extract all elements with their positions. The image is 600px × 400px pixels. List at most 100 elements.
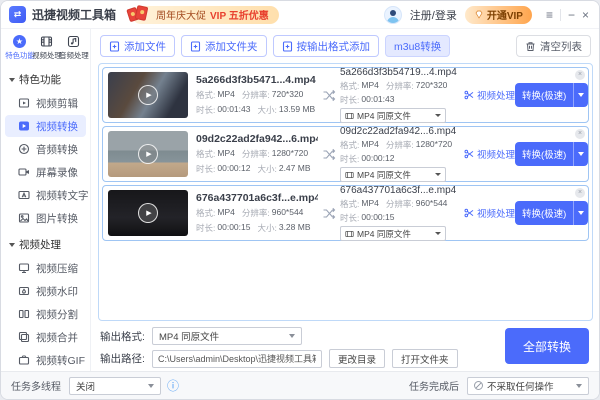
convert-all-button[interactable]: 全部转换 bbox=[505, 328, 589, 364]
row-output-format-select[interactable]: MP4 同原文件 bbox=[340, 226, 446, 241]
after-task-select[interactable]: 不采取任何操作 bbox=[467, 376, 589, 395]
add-by-format-button[interactable]: 按输出格式添加 bbox=[272, 35, 379, 57]
source-filename: 09d2c22ad2fa942...6.mp4 bbox=[196, 133, 318, 145]
target-info: 676a437701a6c3f...e.mp4 格式: MP4 分辨率: 960*54… bbox=[340, 185, 458, 241]
video-to-text-icon bbox=[18, 190, 30, 200]
scissors-icon bbox=[464, 90, 474, 100]
promo-banner[interactable]: 周年庆大促 VIP 五折优惠 bbox=[126, 4, 279, 24]
output-panel: 输出格式: MP4 同原文件 输出路径: 更改目录 打开文件夹 全部转换 bbox=[92, 323, 599, 371]
main-area: 添加文件 添加文件夹 按输出格式添加 m3u8转换 清空列表 ▶ 5a266d3… bbox=[92, 29, 599, 371]
close-button[interactable]: × bbox=[582, 9, 589, 21]
change-directory-button[interactable]: 更改目录 bbox=[329, 349, 386, 368]
file-plus-icon bbox=[190, 40, 201, 52]
app-logo-icon: ⇄ bbox=[9, 6, 26, 23]
remove-row-icon[interactable]: × bbox=[575, 188, 585, 198]
user-avatar[interactable] bbox=[383, 5, 402, 24]
status-bar: 任务多线程 关闭 ⓘ 任务完成后 不采取任何操作 bbox=[1, 371, 599, 399]
red-envelope-icon bbox=[126, 4, 152, 26]
image-convert-icon bbox=[18, 213, 30, 223]
scissors-icon bbox=[464, 149, 474, 159]
video-thumbnail[interactable]: ▶ bbox=[108, 72, 188, 118]
sidebar-item-audio-convert[interactable]: 音频转换 bbox=[5, 138, 86, 160]
play-icon: ▶ bbox=[138, 144, 158, 164]
source-info: 676a437701a6c3f...e.mp4 格式: MP4 分辨率: 960*54… bbox=[196, 192, 318, 233]
multithread-label: 任务多线程 bbox=[11, 382, 61, 393]
output-format-select[interactable]: MP4 同原文件 bbox=[152, 327, 302, 345]
info-icon[interactable]: ⓘ bbox=[167, 377, 179, 394]
promo-text: 周年庆大促 bbox=[156, 11, 207, 22]
video-thumbnail[interactable]: ▶ bbox=[108, 131, 188, 177]
clear-list-button[interactable]: 清空列表 bbox=[516, 35, 591, 57]
swap-icon bbox=[322, 207, 336, 220]
tab-audio-processing[interactable]: 音频处理 bbox=[59, 34, 88, 61]
file-list: ▶ 5a266d3f3b5471...4.mp4 格式: MP4 分辨率: 720*3… bbox=[98, 63, 593, 321]
sidebar-item-video-compress[interactable]: 视频压缩 bbox=[5, 257, 86, 279]
sidebar-item-video-watermark[interactable]: 视频水印 bbox=[5, 280, 86, 302]
file-row[interactable]: ▶ 5a266d3f3b5471...4.mp4 格式: MP4 分辨率: 720*3… bbox=[102, 67, 589, 123]
sidebar-item-screen-record[interactable]: 屏幕录像 bbox=[5, 161, 86, 183]
sidebar-item-image-convert[interactable]: 图片转换 bbox=[5, 207, 86, 229]
tab-featured[interactable]: ★ 特色功能 bbox=[5, 34, 34, 61]
promo-highlight: VIP 五折优惠 bbox=[210, 11, 269, 22]
chevron-down-icon bbox=[435, 232, 441, 235]
row-output-format-select[interactable]: MP4 同原文件 bbox=[340, 108, 446, 123]
open-folder-button[interactable]: 打开文件夹 bbox=[392, 349, 458, 368]
swap-icon bbox=[322, 148, 336, 161]
file-row[interactable]: ▶ 676a437701a6c3f...e.mp4 格式: MP4 分辨率: 960*… bbox=[102, 185, 589, 241]
add-file-button[interactable]: 添加文件 bbox=[100, 35, 175, 57]
open-vip-button[interactable]: 开通VIP bbox=[464, 5, 532, 24]
chevron-down-icon bbox=[148, 383, 154, 388]
scissors-icon bbox=[464, 208, 474, 218]
play-icon: ▶ bbox=[138, 203, 158, 223]
section-video-processing[interactable]: 视频处理 bbox=[1, 230, 90, 256]
convert-button[interactable]: 转换(极速) bbox=[515, 83, 589, 107]
section-featured[interactable]: 特色功能 bbox=[1, 65, 90, 91]
video-to-gif-icon bbox=[18, 355, 30, 365]
chevron-down-icon bbox=[289, 334, 295, 338]
tab-video-processing[interactable]: 视频处理 bbox=[32, 34, 61, 61]
chevron-down-icon bbox=[435, 173, 441, 176]
sidebar-item-video-merge[interactable]: 视频合并 bbox=[5, 326, 86, 348]
file-row[interactable]: ▶ 09d2c22ad2fa942...6.mp4 格式: MP4 分辨率: 1280… bbox=[102, 126, 589, 182]
sidebar-item-video-to-text[interactable]: 视频转文字 bbox=[5, 184, 89, 206]
video-thumbnail[interactable]: ▶ bbox=[108, 190, 188, 236]
video-process-link[interactable]: 视频处理 bbox=[464, 147, 515, 161]
play-icon: ▶ bbox=[138, 85, 158, 105]
video-watermark-icon bbox=[18, 286, 30, 296]
source-filename: 676a437701a6c3f...e.mp4 bbox=[196, 192, 318, 204]
remove-row-icon[interactable]: × bbox=[575, 129, 585, 139]
target-filename: 09d2c22ad2fa942...6.mp4 bbox=[340, 126, 457, 137]
video-process-link[interactable]: 视频处理 bbox=[464, 88, 515, 102]
file-plus-icon bbox=[282, 40, 292, 52]
row-output-format-select[interactable]: MP4 同原文件 bbox=[340, 167, 446, 182]
sidebar-item-video-split[interactable]: 视频分割 bbox=[5, 303, 86, 325]
app-title: 迅捷视频工具箱 bbox=[32, 8, 117, 22]
video-compress-icon bbox=[18, 263, 30, 274]
star-icon: ★ bbox=[13, 34, 26, 48]
minimize-button[interactable]: − bbox=[568, 9, 575, 21]
video-edit-icon bbox=[18, 98, 30, 108]
sidebar-item-video-edit[interactable]: 视频剪辑 bbox=[5, 92, 86, 114]
convert-dropdown-arrow[interactable] bbox=[573, 201, 588, 225]
convert-dropdown-arrow[interactable] bbox=[573, 142, 588, 166]
multithread-select[interactable]: 关闭 bbox=[69, 376, 161, 395]
audio-convert-icon bbox=[18, 143, 30, 155]
login-link[interactable]: 注册/登录 bbox=[410, 7, 457, 23]
target-info: 09d2c22ad2fa942...6.mp4 格式: MP4 分辨率: 1280*7… bbox=[340, 126, 458, 182]
convert-button[interactable]: 转换(极速) bbox=[515, 201, 589, 225]
convert-dropdown-arrow[interactable] bbox=[573, 83, 588, 107]
film-icon bbox=[345, 230, 354, 237]
video-process-link[interactable]: 视频处理 bbox=[464, 206, 515, 220]
m3u8-convert-button[interactable]: m3u8转换 bbox=[385, 35, 451, 57]
swap-icon bbox=[322, 89, 336, 102]
sidebar-item-video-to-gif[interactable]: 视频转GIF bbox=[5, 349, 86, 371]
menu-icon[interactable]: ≡ bbox=[546, 9, 553, 21]
add-folder-button[interactable]: 添加文件夹 bbox=[181, 35, 267, 57]
trash-icon bbox=[526, 41, 535, 51]
diamond-icon bbox=[475, 10, 483, 19]
remove-row-icon[interactable]: × bbox=[575, 70, 585, 80]
sidebar-item-video-convert[interactable]: 视频转换 bbox=[5, 115, 86, 137]
screen-record-icon bbox=[18, 168, 29, 176]
convert-button[interactable]: 转换(极速) bbox=[515, 142, 589, 166]
output-path-input[interactable] bbox=[152, 349, 322, 368]
